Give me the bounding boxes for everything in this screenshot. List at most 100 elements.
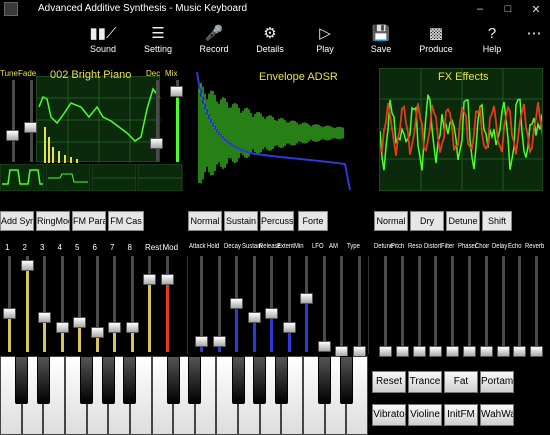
harmonic-slider-track[interactable] (43, 256, 46, 352)
envelope-slider-knob[interactable] (230, 298, 243, 309)
harmonic-slider-track[interactable] (8, 256, 11, 352)
maximize-icon[interactable]: □ (494, 0, 522, 18)
harmonic-slider-knob[interactable] (56, 322, 69, 333)
produce-button[interactable]: ▩ Produce (411, 24, 461, 60)
harmonic-slider-track[interactable] (61, 256, 64, 352)
fx-slider-track[interactable] (451, 256, 454, 352)
mix-slider-knob[interactable] (170, 86, 183, 97)
harmonic-slider-track[interactable] (131, 256, 134, 352)
black-key[interactable] (339, 356, 353, 404)
dec-slider-track[interactable] (156, 80, 159, 162)
fx-slider-track[interactable] (485, 256, 488, 352)
fx-slider-knob[interactable] (513, 346, 526, 357)
ringmod-button[interactable]: RingMod (36, 211, 70, 231)
envelope-slider-knob[interactable] (248, 312, 261, 323)
preset-initfm-button[interactable]: InitFM (444, 404, 478, 426)
save-button[interactable]: 💾 Save (356, 24, 406, 60)
fx-slider-knob[interactable] (480, 346, 493, 357)
black-key[interactable] (101, 356, 115, 404)
fx-slider-track[interactable] (418, 256, 421, 352)
fx-slider-track[interactable] (434, 256, 437, 352)
fx-slider-knob[interactable] (530, 346, 543, 357)
harmonic-slider-knob[interactable] (38, 312, 51, 323)
piano-keyboard[interactable] (0, 356, 368, 435)
harmonic-slider-knob[interactable] (21, 260, 34, 271)
envelope-slider-knob[interactable] (195, 336, 208, 347)
black-key[interactable] (123, 356, 137, 404)
help-button[interactable]: ? Help (467, 24, 517, 60)
env-normal-button[interactable]: Normal (188, 211, 222, 231)
fx-slider-knob[interactable] (396, 346, 409, 357)
more-button[interactable]: ⋯ (520, 24, 548, 60)
black-key[interactable] (166, 356, 180, 404)
harmonic-slider-track[interactable] (148, 256, 151, 352)
sound-button[interactable]: ▮▮⟋ Sound (78, 24, 128, 60)
fade-slider-knob[interactable] (24, 122, 37, 133)
env-sustain-button[interactable]: Sustain (224, 211, 258, 231)
harmonic-slider-knob[interactable] (91, 327, 104, 338)
envelope-slider-knob[interactable] (265, 308, 278, 319)
preset-portamento-button[interactable]: Portame (480, 371, 514, 393)
details-button[interactable]: ⚙ Details (245, 24, 295, 60)
fx-slider-knob[interactable] (429, 346, 442, 357)
envelope-slider-track[interactable] (340, 256, 343, 352)
black-key[interactable] (188, 356, 202, 404)
black-key[interactable] (15, 356, 29, 404)
tune-slider-knob[interactable] (6, 130, 19, 141)
envelope-slider-track[interactable] (288, 256, 291, 352)
dec-slider-knob[interactable] (150, 138, 163, 149)
fx-normal-button[interactable]: Normal (374, 211, 408, 231)
fm-cas-button[interactable]: FM Cas (108, 211, 144, 231)
envelope-slider-track[interactable] (253, 256, 256, 352)
harmonic-slider-knob[interactable] (143, 274, 156, 285)
fx-slider-knob[interactable] (463, 346, 476, 357)
envelope-slider-track[interactable] (305, 256, 308, 352)
harmonic-slider-knob[interactable] (3, 308, 16, 319)
harmonic-slider-knob[interactable] (73, 317, 86, 328)
fade-slider-track[interactable] (30, 80, 33, 162)
preset-violine-button[interactable]: Violine (408, 404, 442, 426)
harmonic-slider-track[interactable] (166, 256, 169, 352)
fx-slider-knob[interactable] (446, 346, 459, 357)
fx-slider-knob[interactable] (379, 346, 392, 357)
harmonic-slider-knob[interactable] (126, 322, 139, 333)
fx-slider-track[interactable] (518, 256, 521, 352)
fx-slider-track[interactable] (384, 256, 387, 352)
black-key[interactable] (36, 356, 50, 404)
envelope-slider-track[interactable] (358, 256, 361, 352)
preset-fat-button[interactable]: Fat (444, 371, 478, 393)
fx-slider-track[interactable] (535, 256, 538, 352)
preset-trance-button[interactable]: Trance (408, 371, 442, 393)
envelope-slider-track[interactable] (270, 256, 273, 352)
env-percussion-button[interactable]: Percussi (260, 211, 294, 231)
preset-reset-button[interactable]: Reset (372, 371, 406, 393)
black-key[interactable] (80, 356, 94, 404)
fx-dry-button[interactable]: Dry (410, 211, 444, 231)
add-syn-button[interactable]: Add Syn (0, 211, 34, 231)
black-key[interactable] (274, 356, 288, 404)
fx-slider-knob[interactable] (413, 346, 426, 357)
preset-vibrato-button[interactable]: Vibrato (372, 404, 406, 426)
envelope-slider-knob[interactable] (283, 322, 296, 333)
envelope-slider-knob[interactable] (300, 293, 313, 304)
black-key[interactable] (318, 356, 332, 404)
black-key[interactable] (231, 356, 245, 404)
fx-slider-track[interactable] (502, 256, 505, 352)
fx-slider-track[interactable] (468, 256, 471, 352)
fx-shift-button[interactable]: Shift (482, 211, 512, 231)
harmonic-slider-track[interactable] (113, 256, 116, 352)
black-key[interactable] (253, 356, 267, 404)
setting-button[interactable]: ☰ Setting (133, 24, 183, 60)
record-button[interactable]: 🎤 Record (189, 24, 239, 60)
harmonic-slider-track[interactable] (78, 256, 81, 352)
play-button[interactable]: ▷ Play (300, 24, 350, 60)
tune-slider-track[interactable] (12, 80, 15, 162)
fx-detune-button[interactable]: Detune (446, 211, 480, 231)
close-icon[interactable]: ✕ (522, 0, 550, 18)
fm-paral-button[interactable]: FM Paral (72, 211, 106, 231)
envelope-slider-knob[interactable] (213, 336, 226, 347)
envelope-slider-track[interactable] (323, 256, 326, 352)
harmonic-slider-knob[interactable] (108, 322, 121, 333)
env-forte-button[interactable]: Forte (298, 211, 328, 231)
harmonic-slider-knob[interactable] (161, 274, 174, 285)
